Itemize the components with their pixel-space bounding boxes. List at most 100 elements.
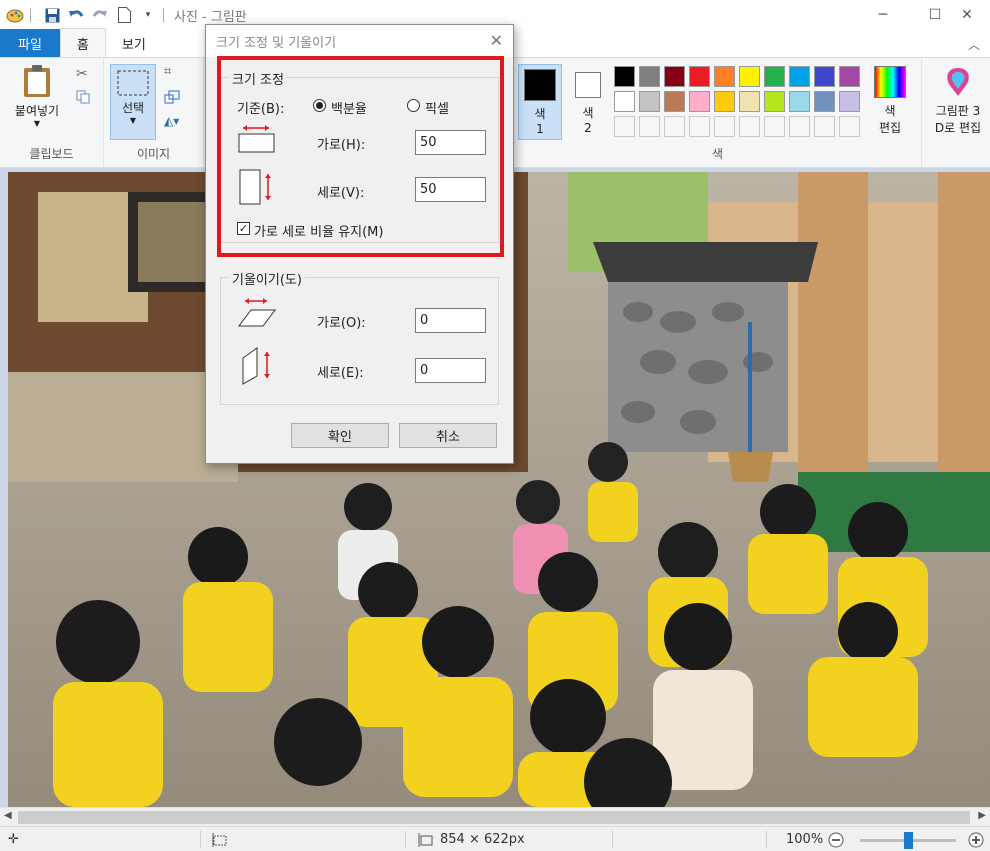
color2-label: 색: [582, 106, 594, 120]
image-group: 선택 ▼ ⌗ ◭▾ 이미지: [104, 58, 204, 168]
scrollbar-thumb[interactable]: [18, 811, 970, 824]
color1-swatch: [524, 69, 556, 101]
zoom-in-button[interactable]: [968, 827, 984, 851]
customize-dropdown-icon[interactable]: ▾: [139, 6, 157, 24]
colors-group: 색 1 색 2 색 편집 색: [514, 58, 922, 168]
palette-swatch[interactable]: [614, 66, 635, 87]
palette-swatch[interactable]: [839, 91, 860, 112]
skew-vertical-label: 세로(E):: [317, 366, 364, 381]
select-label: 선택: [121, 101, 145, 115]
color2-button[interactable]: 색 2: [566, 64, 610, 140]
palette-custom-swatch[interactable]: [664, 116, 685, 137]
color1-label: 색: [534, 107, 546, 121]
minimize-button[interactable]: ─: [860, 0, 906, 30]
select-dropdown-icon[interactable]: ▼: [130, 116, 136, 125]
resize-icon[interactable]: [164, 90, 180, 107]
palette-swatch[interactable]: [664, 66, 685, 87]
edit-colors-icon: [874, 66, 906, 98]
paint-app-icon[interactable]: [6, 6, 24, 24]
palette-custom-swatch[interactable]: [764, 116, 785, 137]
tab-home[interactable]: 홈: [59, 28, 106, 57]
cancel-button[interactable]: 취소: [399, 423, 497, 448]
ok-button[interactable]: 확인: [291, 423, 389, 448]
edit-with-paint3d-button[interactable]: 그림판 3 D로 편집: [928, 66, 988, 136]
color2-number: 2: [584, 121, 592, 135]
image-size-text: 854 × 622px: [440, 832, 525, 847]
palette-swatch[interactable]: [739, 66, 760, 87]
ribbon-collapse-icon[interactable]: ︿: [968, 36, 980, 53]
scroll-right-arrow[interactable]: ▶: [978, 810, 986, 821]
palette-custom-swatch[interactable]: [614, 116, 635, 137]
select-button[interactable]: 선택 ▼: [110, 64, 156, 140]
cursor-position-icon: ✛: [8, 832, 19, 847]
skew-horizontal-label: 가로(O):: [317, 316, 366, 331]
cut-icon[interactable]: ✂: [76, 66, 88, 82]
colors-group-label: 색: [711, 147, 724, 161]
palette-custom-swatch[interactable]: [714, 116, 735, 137]
crop-icon[interactable]: ⌗: [164, 64, 171, 79]
separator: [612, 831, 613, 848]
separator: [405, 831, 406, 848]
dialog-title: 크기 조정 및 기울이기: [216, 35, 337, 51]
palette-custom-swatch[interactable]: [814, 116, 835, 137]
horizontal-skew-icon: [238, 298, 276, 327]
redo-icon[interactable]: [91, 6, 109, 24]
palette-swatch[interactable]: [714, 66, 735, 87]
edit-colors-label-line1: 색: [884, 104, 896, 118]
status-bar: ✛ 854 × 622px 100%: [0, 826, 990, 851]
palette-swatch[interactable]: [639, 66, 660, 87]
clipboard-icon: [24, 65, 50, 97]
palette-swatch[interactable]: [764, 66, 785, 87]
resize-section-highlight: [217, 56, 504, 257]
tab-view[interactable]: 보기: [106, 29, 162, 57]
separator: [30, 8, 31, 22]
palette-swatch[interactable]: [789, 91, 810, 112]
edit-colors-label-line2: 편집: [878, 121, 902, 135]
tab-file[interactable]: 파일: [0, 29, 60, 57]
color1-number: 1: [536, 122, 544, 136]
palette-custom-swatch[interactable]: [639, 116, 660, 137]
palette-swatch[interactable]: [839, 66, 860, 87]
zoom-slider[interactable]: [860, 832, 956, 849]
dialog-close-button[interactable]: ✕: [490, 31, 503, 50]
paste-label: 붙여넣기: [14, 104, 60, 118]
palette-swatch[interactable]: [789, 66, 810, 87]
palette-custom-swatch[interactable]: [689, 116, 710, 137]
paste-button[interactable]: 붙여넣기 ▼: [8, 64, 66, 128]
zoom-out-button[interactable]: [828, 827, 844, 851]
color1-button[interactable]: 색 1: [518, 64, 562, 140]
palette-swatch[interactable]: [814, 66, 835, 87]
palette-custom-swatch[interactable]: [839, 116, 860, 137]
paste-dropdown-icon[interactable]: ▼: [34, 119, 40, 128]
new-page-icon[interactable]: [115, 6, 133, 24]
undo-icon[interactable]: [67, 6, 85, 24]
horizontal-scrollbar[interactable]: ◀ ▶: [0, 807, 990, 826]
close-button[interactable]: ✕: [944, 0, 990, 30]
edit-colors-button[interactable]: 색 편집: [868, 66, 912, 136]
rotate-icon[interactable]: ◭▾: [164, 114, 179, 128]
palette-swatch[interactable]: [814, 91, 835, 112]
zoom-slider-thumb[interactable]: [904, 832, 913, 849]
skew-section: 기울이기(도) 가로(O): 세로(E):: [220, 269, 499, 405]
window-title: 사진 - 그림판: [174, 9, 247, 25]
palette-custom-swatch[interactable]: [789, 116, 810, 137]
palette-swatch[interactable]: [739, 91, 760, 112]
skew-vertical-input[interactable]: [415, 358, 486, 383]
clipboard-group: 붙여넣기 ▼ ✂ 클립보드: [0, 58, 104, 168]
palette-swatch[interactable]: [639, 91, 660, 112]
skew-horizontal-input[interactable]: [415, 308, 486, 333]
palette-swatch[interactable]: [689, 66, 710, 87]
palette-custom-swatch[interactable]: [739, 116, 760, 137]
save-icon[interactable]: [43, 6, 61, 24]
palette-swatch[interactable]: [664, 91, 685, 112]
color2-swatch: [575, 72, 601, 98]
image-size-icon: [418, 827, 434, 851]
separator: [766, 831, 767, 848]
paint3d-label-line1: 그림판 3: [935, 104, 981, 118]
palette-swatch[interactable]: [764, 91, 785, 112]
palette-swatch[interactable]: [714, 91, 735, 112]
palette-swatch[interactable]: [689, 91, 710, 112]
palette-swatch[interactable]: [614, 91, 635, 112]
scroll-left-arrow[interactable]: ◀: [4, 810, 12, 821]
copy-icon[interactable]: [76, 90, 90, 107]
